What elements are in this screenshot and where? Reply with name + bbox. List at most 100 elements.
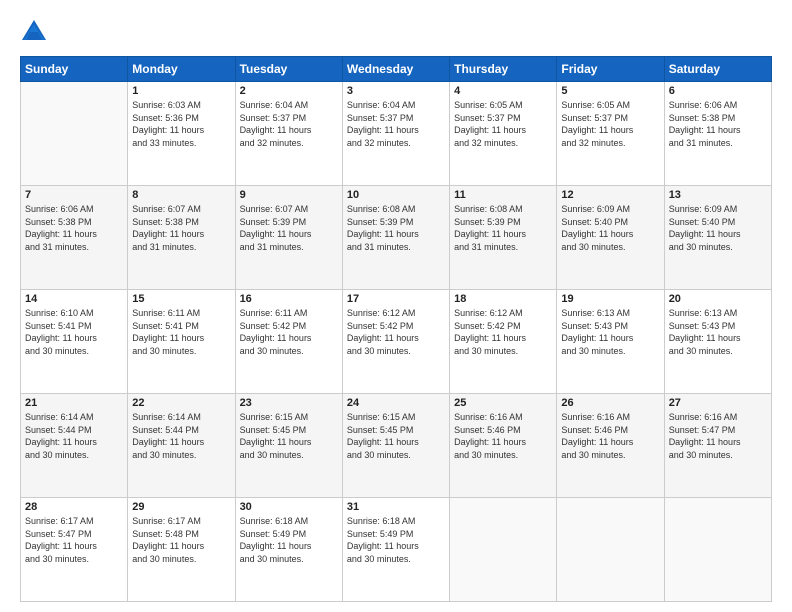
weekday-header: Saturday bbox=[664, 57, 771, 82]
day-number: 20 bbox=[669, 293, 767, 305]
weekday-header: Tuesday bbox=[235, 57, 342, 82]
calendar-cell: 4 Sunrise: 6:05 AM Sunset: 5:37 PM Daylig… bbox=[450, 82, 557, 186]
day-number: 30 bbox=[240, 501, 338, 513]
day-info: Sunrise: 6:08 AM Sunset: 5:39 PM Dayligh… bbox=[347, 203, 445, 253]
day-number: 2 bbox=[240, 85, 338, 97]
day-info: Sunrise: 6:11 AM Sunset: 5:41 PM Dayligh… bbox=[132, 307, 230, 357]
day-info: Sunrise: 6:13 AM Sunset: 5:43 PM Dayligh… bbox=[561, 307, 659, 357]
day-info: Sunrise: 6:16 AM Sunset: 5:46 PM Dayligh… bbox=[454, 411, 552, 461]
day-info: Sunrise: 6:07 AM Sunset: 5:38 PM Dayligh… bbox=[132, 203, 230, 253]
header bbox=[20, 18, 772, 46]
calendar-cell: 26 Sunrise: 6:16 AM Sunset: 5:46 PM Dayli… bbox=[557, 394, 664, 498]
day-info: Sunrise: 6:16 AM Sunset: 5:47 PM Dayligh… bbox=[669, 411, 767, 461]
calendar-cell: 17 Sunrise: 6:12 AM Sunset: 5:42 PM Dayli… bbox=[342, 290, 449, 394]
day-info: Sunrise: 6:12 AM Sunset: 5:42 PM Dayligh… bbox=[347, 307, 445, 357]
day-number: 29 bbox=[132, 501, 230, 513]
day-number: 19 bbox=[561, 293, 659, 305]
day-number: 17 bbox=[347, 293, 445, 305]
day-info: Sunrise: 6:09 AM Sunset: 5:40 PM Dayligh… bbox=[669, 203, 767, 253]
calendar-cell: 9 Sunrise: 6:07 AM Sunset: 5:39 PM Daylig… bbox=[235, 186, 342, 290]
calendar-cell: 31Sunrise: 6:18 AM Sunset: 5:49 PM Dayli… bbox=[342, 498, 449, 602]
logo-icon bbox=[20, 18, 48, 46]
day-number: 16 bbox=[240, 293, 338, 305]
day-info: Sunrise: 6:18 AM Sunset: 5:49 PM Dayligh… bbox=[240, 515, 338, 565]
day-info: Sunrise: 6:05 AM Sunset: 5:37 PM Dayligh… bbox=[561, 99, 659, 149]
day-info: Sunrise: 6:17 AM Sunset: 5:48 PM Dayligh… bbox=[132, 515, 230, 565]
calendar-cell: 30 Sunrise: 6:18 AM Sunset: 5:49 PM Dayli… bbox=[235, 498, 342, 602]
calendar-cell: 16 Sunrise: 6:11 AM Sunset: 5:42 PM Dayli… bbox=[235, 290, 342, 394]
day-info: Sunrise: 6:11 AM Sunset: 5:42 PM Dayligh… bbox=[240, 307, 338, 357]
calendar-cell: 13 Sunrise: 6:09 AM Sunset: 5:40 PM Dayli… bbox=[664, 186, 771, 290]
day-number: 4 bbox=[454, 85, 552, 97]
day-number: 3 bbox=[347, 85, 445, 97]
weekday-header: Wednesday bbox=[342, 57, 449, 82]
day-info: Sunrise: 6:15 AM Sunset: 5:45 PM Dayligh… bbox=[240, 411, 338, 461]
calendar-cell: 10 Sunrise: 6:08 AM Sunset: 5:39 PM Dayli… bbox=[342, 186, 449, 290]
day-info: Sunrise: 6:16 AM Sunset: 5:46 PM Dayligh… bbox=[561, 411, 659, 461]
calendar-cell: 24Sunrise: 6:15 AM Sunset: 5:45 PM Dayli… bbox=[342, 394, 449, 498]
day-info: Sunrise: 6:07 AM Sunset: 5:39 PM Dayligh… bbox=[240, 203, 338, 253]
calendar-cell: 11 Sunrise: 6:08 AM Sunset: 5:39 PM Dayli… bbox=[450, 186, 557, 290]
day-number: 6 bbox=[669, 85, 767, 97]
day-info: Sunrise: 6:10 AM Sunset: 5:41 PM Dayligh… bbox=[25, 307, 123, 357]
calendar-cell: 19 Sunrise: 6:13 AM Sunset: 5:43 PM Dayli… bbox=[557, 290, 664, 394]
calendar-cell: 15 Sunrise: 6:11 AM Sunset: 5:41 PM Dayli… bbox=[128, 290, 235, 394]
calendar-cell: 29 Sunrise: 6:17 AM Sunset: 5:48 PM Dayli… bbox=[128, 498, 235, 602]
weekday-header: Friday bbox=[557, 57, 664, 82]
day-number: 14 bbox=[25, 293, 123, 305]
calendar-cell: 22Sunrise: 6:14 AM Sunset: 5:44 PM Dayli… bbox=[128, 394, 235, 498]
calendar-cell: 14 Sunrise: 6:10 AM Sunset: 5:41 PM Dayli… bbox=[21, 290, 128, 394]
calendar-cell bbox=[557, 498, 664, 602]
calendar-table: SundayMondayTuesdayWednesdayThursdayFrid… bbox=[20, 56, 772, 602]
calendar-cell: 1 Sunrise: 6:03 AM Sunset: 5:36 PM Daylig… bbox=[128, 82, 235, 186]
calendar-cell: 2 Sunrise: 6:04 AM Sunset: 5:37 PM Daylig… bbox=[235, 82, 342, 186]
weekday-header: Monday bbox=[128, 57, 235, 82]
day-number: 26 bbox=[561, 397, 659, 409]
day-info: Sunrise: 6:18 AM Sunset: 5:49 PM Dayligh… bbox=[347, 515, 445, 565]
day-info: Sunrise: 6:09 AM Sunset: 5:40 PM Dayligh… bbox=[561, 203, 659, 253]
day-info: Sunrise: 6:06 AM Sunset: 5:38 PM Dayligh… bbox=[25, 203, 123, 253]
day-info: Sunrise: 6:06 AM Sunset: 5:38 PM Dayligh… bbox=[669, 99, 767, 149]
day-info: Sunrise: 6:17 AM Sunset: 5:47 PM Dayligh… bbox=[25, 515, 123, 565]
day-number: 7 bbox=[25, 189, 123, 201]
day-info: Sunrise: 6:13 AM Sunset: 5:43 PM Dayligh… bbox=[669, 307, 767, 357]
day-number: 5 bbox=[561, 85, 659, 97]
calendar-cell bbox=[450, 498, 557, 602]
calendar-header-row: SundayMondayTuesdayWednesdayThursdayFrid… bbox=[21, 57, 772, 82]
calendar-cell: 12 Sunrise: 6:09 AM Sunset: 5:40 PM Dayli… bbox=[557, 186, 664, 290]
day-number: 11 bbox=[454, 189, 552, 201]
day-number: 8 bbox=[132, 189, 230, 201]
day-number: 28 bbox=[25, 501, 123, 513]
weekday-header: Sunday bbox=[21, 57, 128, 82]
calendar-cell: 8 Sunrise: 6:07 AM Sunset: 5:38 PM Daylig… bbox=[128, 186, 235, 290]
calendar-cell: 28 Sunrise: 6:17 AM Sunset: 5:47 PM Dayli… bbox=[21, 498, 128, 602]
calendar-cell bbox=[21, 82, 128, 186]
day-number: 9 bbox=[240, 189, 338, 201]
day-info: Sunrise: 6:03 AM Sunset: 5:36 PM Dayligh… bbox=[132, 99, 230, 149]
day-info: Sunrise: 6:15 AM Sunset: 5:45 PM Dayligh… bbox=[347, 411, 445, 461]
calendar-cell: 5 Sunrise: 6:05 AM Sunset: 5:37 PM Daylig… bbox=[557, 82, 664, 186]
day-number: 1 bbox=[132, 85, 230, 97]
day-number: 10 bbox=[347, 189, 445, 201]
day-number: 13 bbox=[669, 189, 767, 201]
day-number: 25 bbox=[454, 397, 552, 409]
calendar-cell: 21Sunrise: 6:14 AM Sunset: 5:44 PM Dayli… bbox=[21, 394, 128, 498]
day-number: 15 bbox=[132, 293, 230, 305]
day-info: Sunrise: 6:05 AM Sunset: 5:37 PM Dayligh… bbox=[454, 99, 552, 149]
logo bbox=[20, 18, 52, 46]
calendar-cell bbox=[664, 498, 771, 602]
day-info: Sunrise: 6:04 AM Sunset: 5:37 PM Dayligh… bbox=[347, 99, 445, 149]
day-number: 12 bbox=[561, 189, 659, 201]
day-info: Sunrise: 6:08 AM Sunset: 5:39 PM Dayligh… bbox=[454, 203, 552, 253]
page: SundayMondayTuesdayWednesdayThursdayFrid… bbox=[0, 0, 792, 612]
day-info: Sunrise: 6:04 AM Sunset: 5:37 PM Dayligh… bbox=[240, 99, 338, 149]
calendar-cell: 3 Sunrise: 6:04 AM Sunset: 5:37 PM Daylig… bbox=[342, 82, 449, 186]
calendar-cell: 18Sunrise: 6:12 AM Sunset: 5:42 PM Dayli… bbox=[450, 290, 557, 394]
calendar-cell: 6 Sunrise: 6:06 AM Sunset: 5:38 PM Daylig… bbox=[664, 82, 771, 186]
day-number: 27 bbox=[669, 397, 767, 409]
day-number: 22 bbox=[132, 397, 230, 409]
day-number: 23 bbox=[240, 397, 338, 409]
day-number: 18 bbox=[454, 293, 552, 305]
calendar-cell: 7 Sunrise: 6:06 AM Sunset: 5:38 PM Daylig… bbox=[21, 186, 128, 290]
day-number: 21 bbox=[25, 397, 123, 409]
